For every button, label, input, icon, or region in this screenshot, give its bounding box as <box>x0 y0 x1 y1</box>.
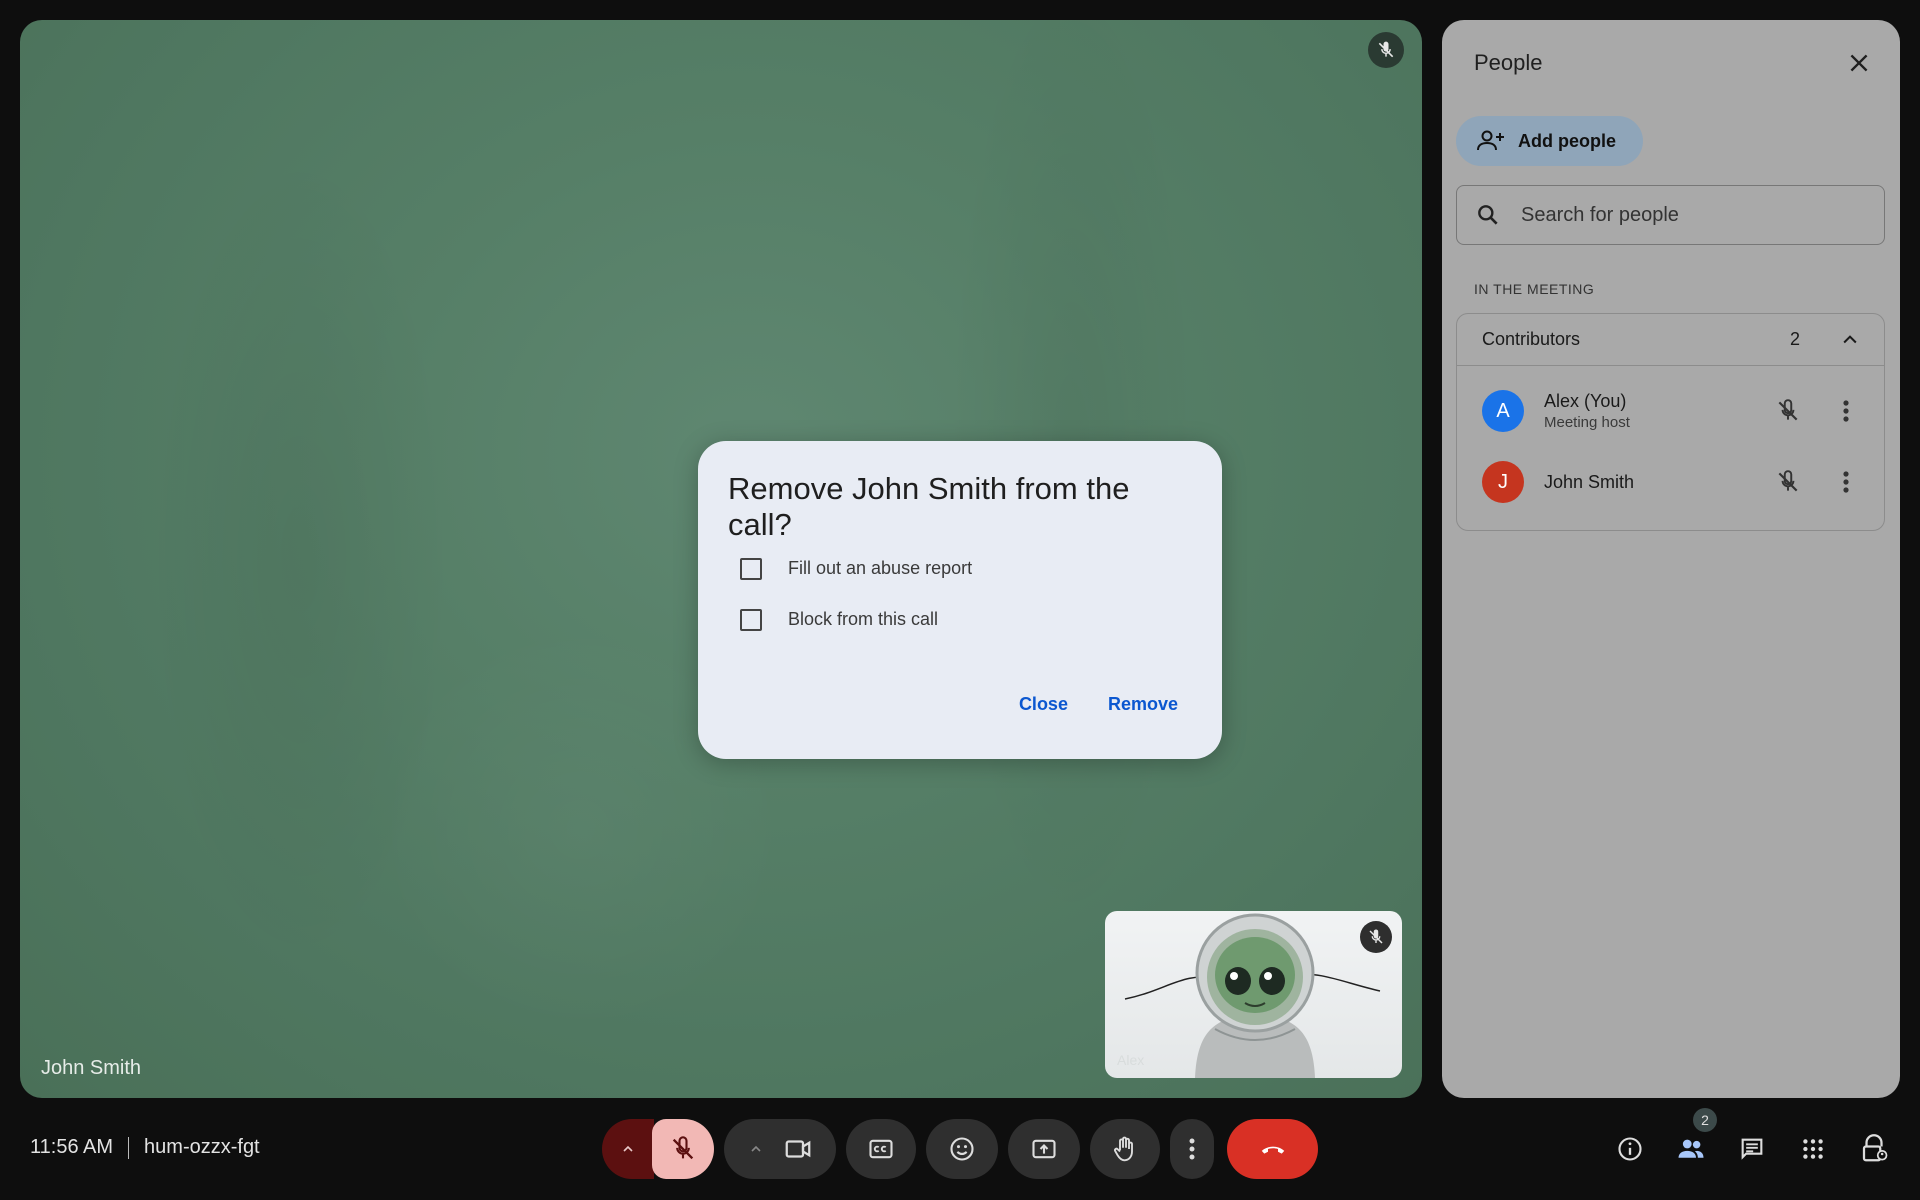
raise-hand-icon <box>1114 1136 1133 1162</box>
group-count: 2 <box>1789 329 1800 349</box>
block-option[interactable]: Block from this call <box>740 594 1192 645</box>
contributors-group: Contributors 2 A Alex (You) Meeting host… <box>1456 313 1885 531</box>
add-people-button[interactable]: Add people <box>1456 116 1643 166</box>
camera-control-group <box>724 1119 836 1179</box>
search-people-input[interactable]: Search for people <box>1456 185 1885 245</box>
group-label: Contributors <box>1482 329 1581 349</box>
dialog-title: Remove John Smith from the call? <box>728 471 1130 542</box>
mic-off-icon[interactable] <box>1774 397 1802 425</box>
more-options-button[interactable] <box>1170 1119 1214 1179</box>
stage-participant-name: John Smith <box>41 1057 142 1079</box>
participant-row: A Alex (You) Meeting host <box>1457 381 1884 441</box>
mic-toggle-button[interactable] <box>652 1119 714 1179</box>
chat-icon <box>1741 1138 1763 1160</box>
block-label: Block from this call <box>788 609 939 629</box>
captions-button[interactable] <box>846 1119 916 1179</box>
panel-title: People <box>1474 50 1543 75</box>
close-button[interactable]: Close <box>1019 694 1068 715</box>
emoji-icon <box>950 1137 974 1161</box>
end-call-button[interactable] <box>1227 1119 1318 1179</box>
divider <box>128 1136 130 1159</box>
search-placeholder: Search for people <box>1521 203 1679 226</box>
end-call-icon <box>1261 1146 1284 1154</box>
participant-role: Meeting host <box>1544 414 1630 431</box>
current-time: 11:56 AM <box>30 1136 114 1158</box>
alien-avatar-image <box>1124 913 1381 1078</box>
apps-icon <box>1803 1139 1823 1159</box>
participant-name: John Smith <box>1544 471 1635 492</box>
activities-button[interactable] <box>1796 1132 1830 1166</box>
chevron-up-icon[interactable] <box>748 1141 764 1157</box>
contributors-header[interactable]: Contributors 2 <box>1457 314 1884 366</box>
people-icon <box>1678 1139 1704 1158</box>
present-icon <box>1032 1139 1056 1159</box>
people-button[interactable] <box>1674 1132 1708 1166</box>
info-icon <box>1618 1137 1642 1161</box>
stage-mic-off-icon <box>1368 32 1404 68</box>
more-vert-icon <box>1189 1138 1195 1160</box>
avatar: J <box>1482 461 1524 503</box>
block-checkbox[interactable] <box>740 608 762 631</box>
remove-participant-dialog: Remove John Smith from the call? Fill ou… <box>698 441 1222 759</box>
emoji-button[interactable] <box>926 1119 998 1179</box>
participant-row: J John Smith <box>1457 452 1884 512</box>
camera-icon[interactable] <box>783 1134 813 1164</box>
self-tile-name: Alex <box>1117 1052 1145 1068</box>
search-icon <box>1478 205 1498 225</box>
self-mic-off-icon <box>1360 921 1392 953</box>
people-count-badge: 2 <box>1693 1108 1717 1132</box>
close-icon[interactable] <box>1846 50 1872 76</box>
self-video-tile[interactable]: Alex <box>1105 911 1402 1078</box>
more-vert-icon[interactable] <box>1834 397 1858 425</box>
avatar: A <box>1482 390 1524 432</box>
meeting-code: hum-ozzx-fgt <box>144 1136 260 1158</box>
present-button[interactable] <box>1008 1119 1080 1179</box>
add-people-label: Add people <box>1518 130 1616 151</box>
more-vert-icon[interactable] <box>1834 468 1858 496</box>
remove-button[interactable]: Remove <box>1108 694 1178 715</box>
participant-name: Alex (You) <box>1544 391 1627 411</box>
audio-options-button[interactable] <box>602 1119 654 1179</box>
raise-hand-button[interactable] <box>1090 1119 1160 1179</box>
people-panel: People Add people Search for people IN T… <box>1442 20 1900 1098</box>
mic-off-icon <box>672 1136 694 1160</box>
chevron-up-icon <box>623 1145 633 1152</box>
meeting-info: 11:56 AM hum-ozzx-fgt <box>30 1136 260 1159</box>
captions-icon <box>869 1139 893 1159</box>
abuse-report-option[interactable]: Fill out an abuse report <box>740 543 1192 594</box>
abuse-report-checkbox[interactable] <box>740 557 762 580</box>
chevron-up-icon[interactable] <box>1840 330 1860 350</box>
abuse-report-label: Fill out an abuse report <box>788 558 973 578</box>
person-add-icon <box>1477 130 1504 151</box>
section-label: IN THE MEETING <box>1474 281 1595 297</box>
mic-off-icon[interactable] <box>1774 468 1802 496</box>
lock-person-icon <box>1862 1134 1888 1162</box>
chat-button[interactable] <box>1735 1132 1769 1166</box>
host-controls-button[interactable] <box>1857 1132 1891 1166</box>
meeting-details-button[interactable] <box>1613 1132 1647 1166</box>
